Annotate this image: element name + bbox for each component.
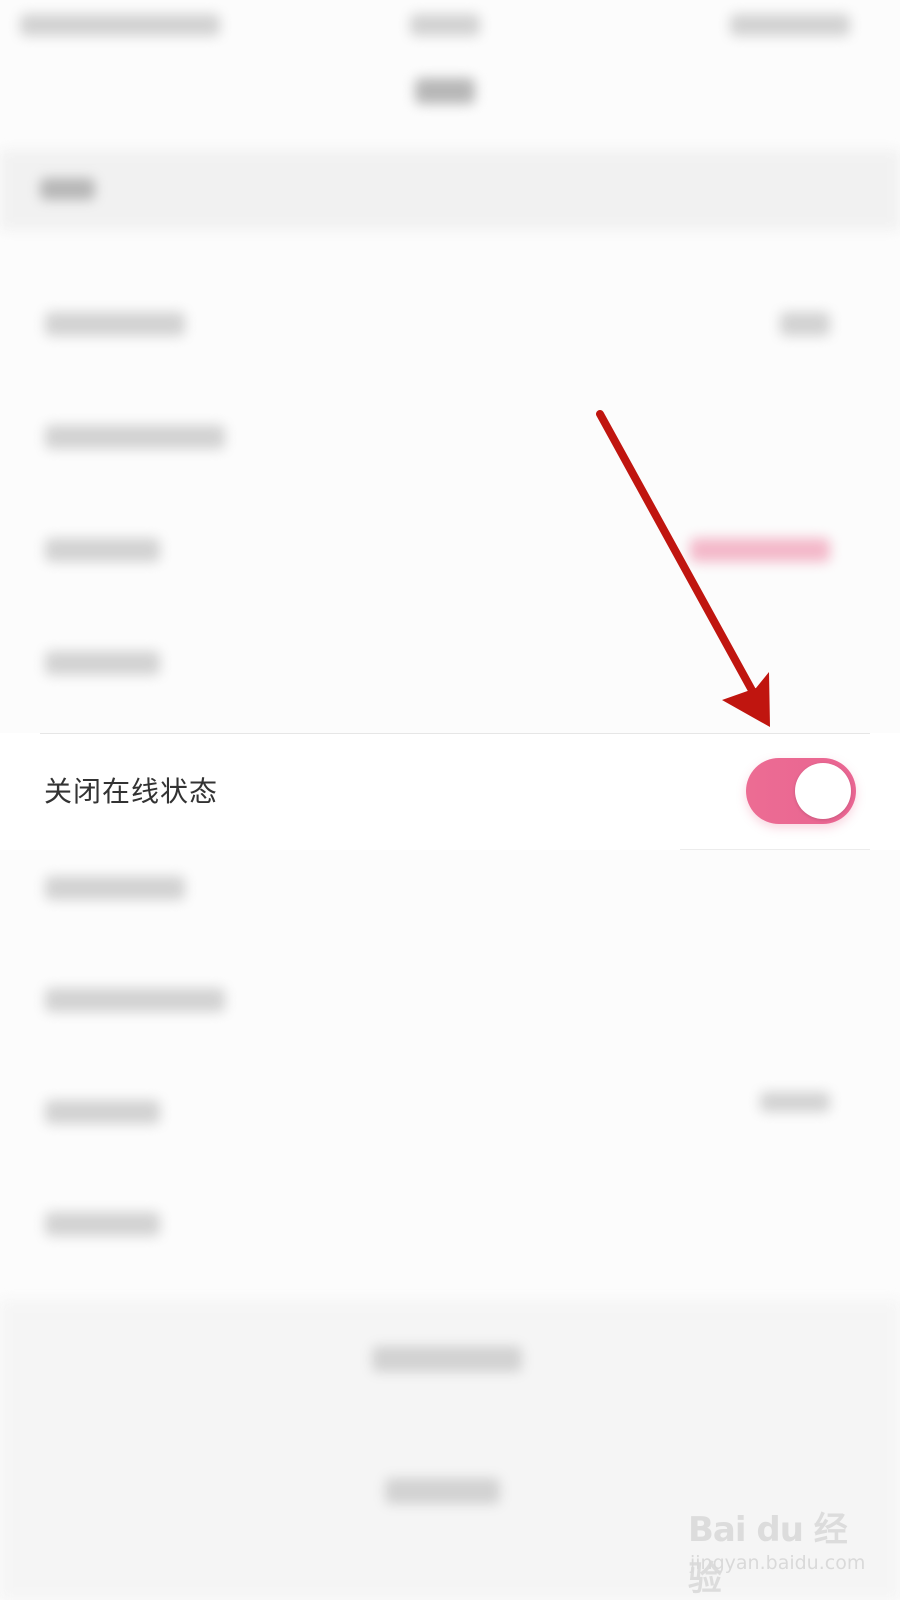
blurred-status-right <box>730 14 850 36</box>
blurred-row-6 <box>45 876 185 900</box>
settings-screen: 关闭在线状态 Bai du 经验 jingyan.baidu.com <box>0 0 900 1600</box>
row-divider-top <box>40 733 870 734</box>
blurred-section-header-bg <box>0 150 900 230</box>
blurred-row-8-value <box>760 1092 830 1112</box>
online-status-toggle[interactable] <box>746 758 856 824</box>
blurred-section-header <box>40 178 95 200</box>
online-status-label: 关闭在线状态 <box>44 775 219 808</box>
blurred-bottom-button-1 <box>372 1346 522 1372</box>
blurred-row-8 <box>45 1100 160 1124</box>
blurred-row-7 <box>45 988 225 1012</box>
toggle-knob <box>795 763 851 819</box>
baidu-jingyan-watermark: Bai du 经验 jingyan.baidu.com <box>688 1500 878 1599</box>
row-divider-bottom <box>680 849 870 850</box>
watermark-logo: Bai du 经验 <box>688 1510 848 1599</box>
blurred-row-3 <box>45 538 160 562</box>
blurred-status-time <box>410 14 480 36</box>
blurred-row-4 <box>45 651 160 675</box>
blurred-row-1 <box>45 312 185 336</box>
blurred-status-left <box>20 14 220 36</box>
blurred-row-1-value <box>780 312 830 336</box>
blurred-row-2 <box>45 425 225 449</box>
blurred-nav-title <box>415 78 475 104</box>
blurred-bottom-button-2 <box>385 1478 500 1504</box>
watermark-url: jingyan.baidu.com <box>690 1552 866 1574</box>
blurred-row-3-value <box>690 538 830 562</box>
blurred-row-9 <box>45 1212 160 1236</box>
